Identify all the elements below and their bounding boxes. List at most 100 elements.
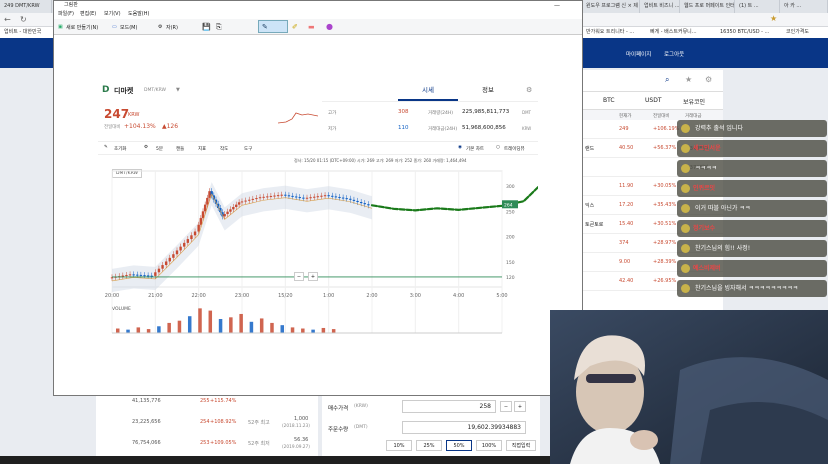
new-button[interactable]: 새로 만들기(N) [66,24,98,31]
x-tick-label: 22:00 [191,293,205,299]
price-chart[interactable]: 20:00 21:00 22:00 23:00 15/20 1:00 2:00 3:00 4:0… [98,155,538,345]
browser-tab[interactable]: 웹드 프로 머페이트 인터 ... [680,0,735,13]
history-stat-value: 1,000 [294,416,309,422]
interval-select[interactable]: 5분 [156,146,163,152]
page-origin-label[interactable]: 업비트 - 대한민국 [4,27,41,38]
indicator-select[interactable]: 지표 [198,146,206,152]
chat-nickname: 정기보수 [693,225,716,232]
price-input[interactable]: 258 [402,400,496,413]
candle-body [161,265,164,269]
ruler-button[interactable]: 자(R) [166,24,178,31]
price-minus-button[interactable]: − [500,401,512,412]
candle-body [276,195,280,197]
candle-body [201,211,205,219]
mode-tradingview[interactable]: 트레이딩뷰 [504,146,525,152]
candle-body [291,195,294,197]
tools-select[interactable]: 도구 [244,146,252,152]
bookmark-item[interactable]: 코인가격도 [786,27,809,38]
mypage-link[interactable]: 마이페이지 [626,50,651,58]
browser-tab[interactable]: 윈도우 프로그램 신 × 제 쇼 트 유 ... [582,0,640,13]
zoom-in-button[interactable]: + [308,272,318,281]
paint-menu-bar: 파일(F) 편집(E) 보기(V) 도움말(H) [54,10,582,19]
menu-file[interactable]: 파일(F) [58,10,74,19]
minimize-icon[interactable]: — [554,1,560,10]
pct-50-button[interactable]: 50% [446,440,472,451]
ruler-icon[interactable]: ⚙ [158,24,162,30]
chat-text: 이거 따블 아닌가 ㅋㅋ [695,205,751,212]
brush-icon[interactable]: ✐ [292,23,298,31]
bookmark-star-icon[interactable]: ★ [770,14,777,23]
candle-select[interactable]: 캔들 [176,146,184,152]
pct-custom-button[interactable]: 직접입력 [506,440,536,451]
tab-quote[interactable]: 시세 [398,81,458,101]
y-tick-label: 200 [506,235,515,241]
candle-body [251,198,255,200]
candle-body [199,218,203,225]
chart-area: 정사: 15/20 01:15 (DTC+09:00) 시가: 269 고가: … [98,155,538,345]
pair-dropdown-icon[interactable]: ▼ [176,87,180,93]
radio-basic-icon[interactable]: ◉ [458,145,462,150]
vol24-value: 225,985,811,773 [462,109,510,115]
bookmark-item[interactable]: 삐게 - 배스트커뮤니... [650,27,697,38]
reload-icon[interactable]: ↻ [20,15,27,24]
color-picker-icon[interactable]: ● [326,22,333,31]
copy-icon[interactable]: ⎘ [216,23,222,32]
tab-holdings[interactable]: 보유코인 [683,97,705,106]
settings-gear-icon[interactable]: ⚙ [526,86,532,94]
volume-bar [331,329,336,333]
volume-bar [208,310,213,333]
chat-badge-icon [681,264,690,273]
candle-body [323,195,327,197]
price-plus-button[interactable]: + [514,401,526,412]
bookmark-item[interactable]: 16350 BTC/USD - ... [720,27,769,38]
interval-icon[interactable]: ⚙ [144,145,148,150]
market-price: 9.00 [619,259,631,265]
save-icon[interactable]: 💾 [202,23,211,31]
qty-input[interactable]: 19,602.39934883 [402,421,526,434]
zoom-out-button[interactable]: − [294,272,304,281]
pct-25-button[interactable]: 25% [416,440,442,451]
menu-view[interactable]: 보기(V) [104,10,121,19]
menu-help[interactable]: 도움말(H) [128,10,149,19]
tab-info[interactable]: 정보 [458,81,518,101]
bookmark-item[interactable]: 반가워요 트리니타 - ... [586,27,634,38]
tab-usdt[interactable]: USDT [645,97,662,104]
search-icon[interactable]: ⌕ [665,75,669,85]
history-stat-label: 52주 최고 [248,420,270,426]
candle-body [302,197,305,199]
drawing-select[interactable]: 작도 [220,146,228,152]
new-icon[interactable]: ▣ [58,24,63,30]
pct-10-button[interactable]: 10% [386,440,412,451]
history-change: +108.92% [210,419,237,425]
volume-bar [167,322,171,333]
col-price[interactable]: 현재가 [619,113,631,119]
back-icon[interactable]: ← [4,15,11,24]
mode-basic[interactable]: 기본 차트 [466,146,484,152]
reset-button[interactable]: 초기화 [114,146,126,152]
logout-link[interactable]: 로그아웃 [664,50,684,58]
mode-icon[interactable]: ▭ [112,24,117,30]
candle-body [341,197,345,199]
gear-icon[interactable]: ⚙ [705,75,712,84]
pct-100-button[interactable]: 100% [476,440,502,451]
browser-tab[interactable]: (1) 트 ... [735,0,780,13]
paint-canvas[interactable]: D 디마켓 DMT/KRW ▼ 247 KRW 전일대비 +104.13% ▲1… [54,35,582,395]
mode-button[interactable]: 모드(M) [120,24,137,31]
pen-tool[interactable]: ✎ [258,20,288,33]
volume-bar [229,317,233,333]
tab-btc[interactable]: BTC [603,97,615,104]
browser-tab[interactable]: 아 카 ... [780,0,828,13]
eraser-icon[interactable]: ▬ [308,23,315,31]
volume-bar [259,318,264,333]
col-volume[interactable]: 거래대금 [685,113,702,119]
menu-edit[interactable]: 편집(E) [80,10,96,19]
candle-body [298,197,301,199]
col-change[interactable]: 전일대비 [653,113,670,119]
radio-tv-icon[interactable]: ○ [496,145,500,150]
browser-tab[interactable]: 업비트 비즈니 ... [640,0,680,13]
chat-text: ㅋㅋㅋㅋ [695,165,718,172]
browser-tab[interactable]: 249 DMT/KRW [0,0,52,13]
star-icon[interactable]: ★ [685,75,692,84]
low-value: 110 [398,125,409,131]
draw-icon[interactable]: ✎ [104,145,108,150]
